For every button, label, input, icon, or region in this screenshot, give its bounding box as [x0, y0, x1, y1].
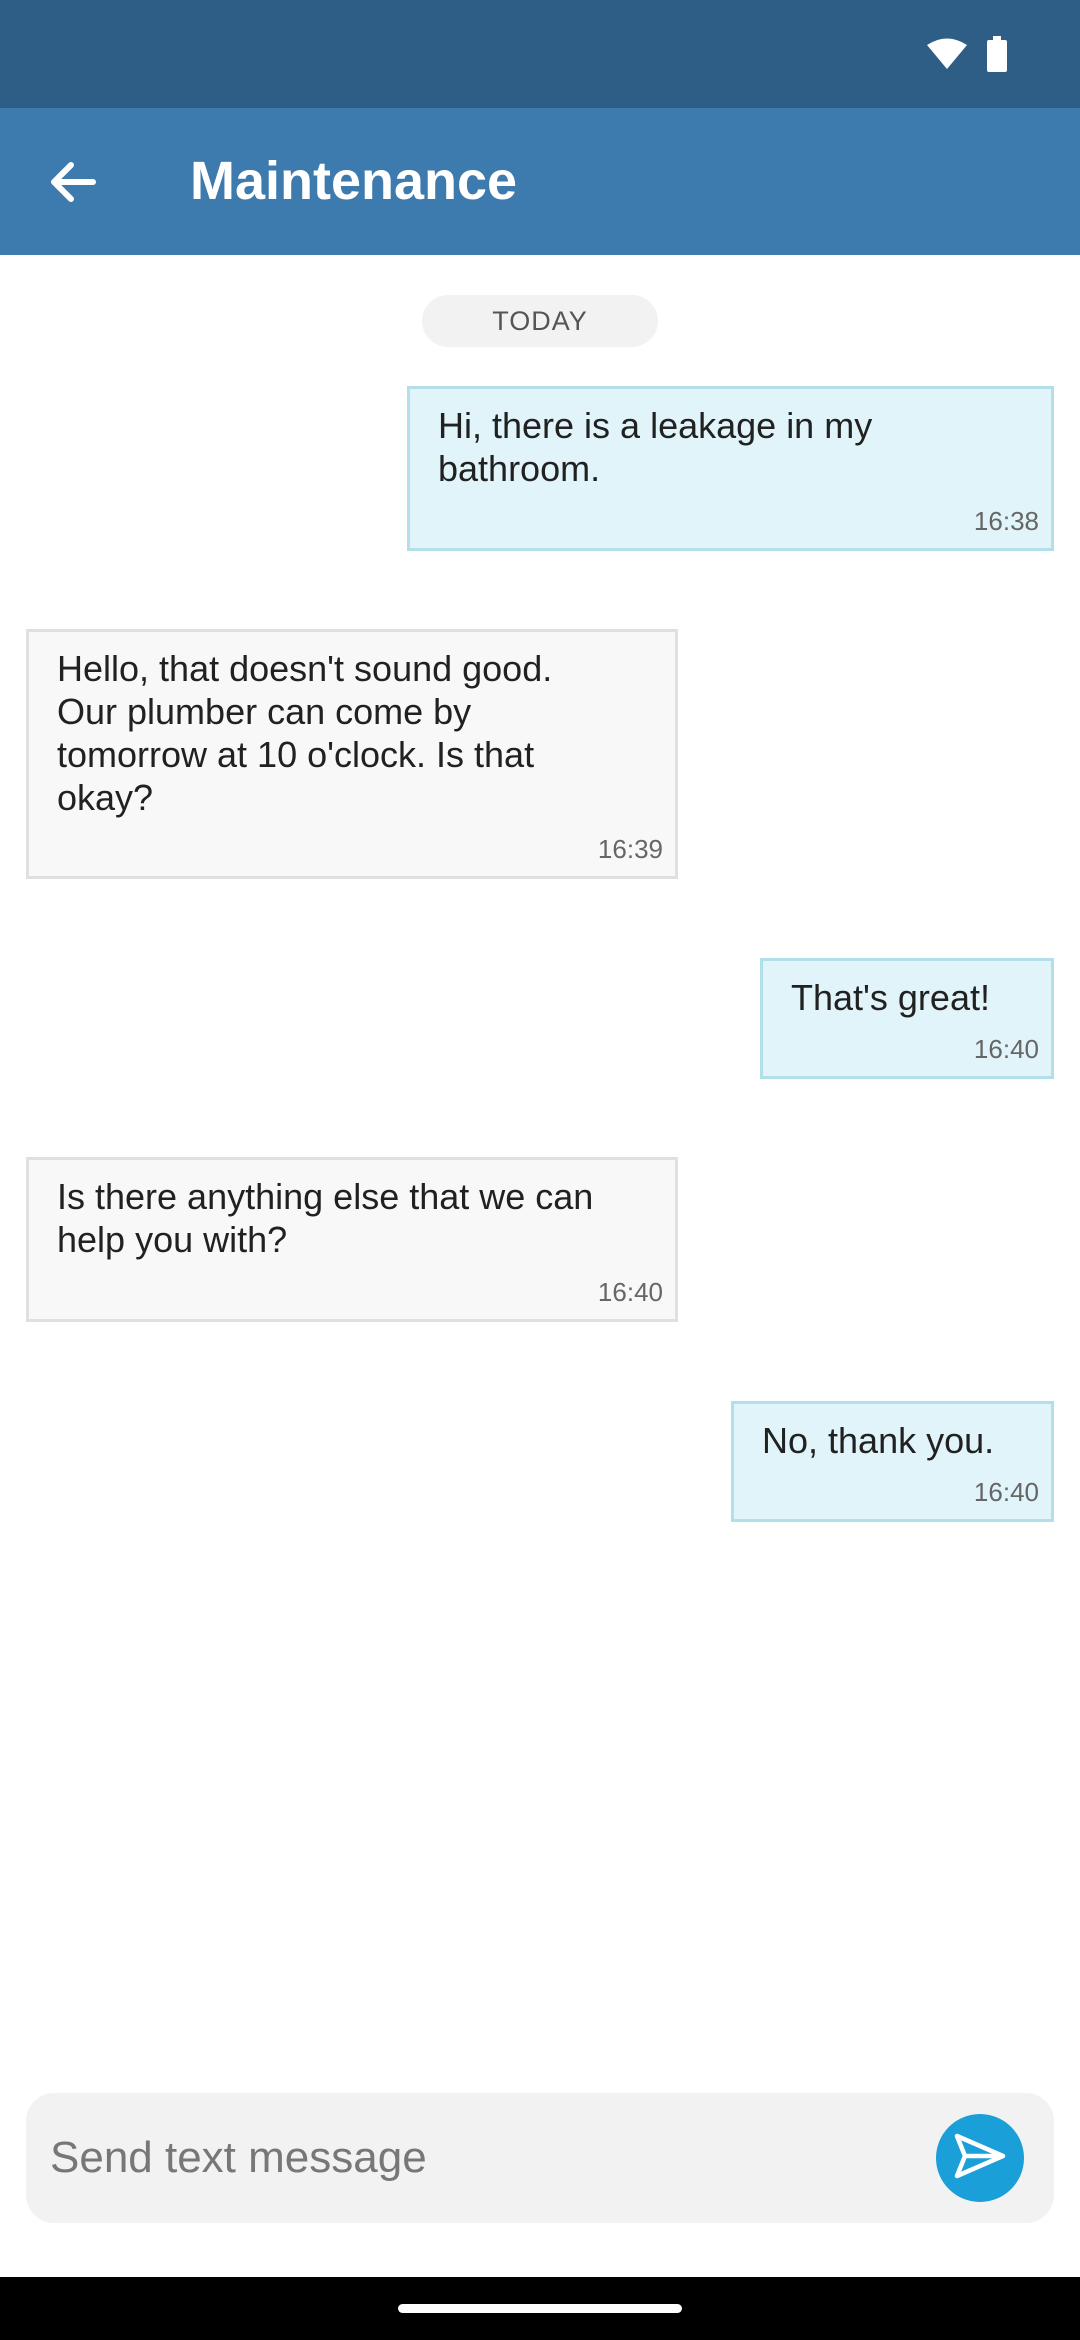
message-time: 16:40 [973, 1034, 1039, 1064]
navigation-bar [0, 2277, 1080, 2340]
message-text: Hello, that doesn't sound good. Our plum… [57, 648, 553, 818]
message-time: 16:40 [597, 1277, 663, 1307]
message-input[interactable] [50, 2119, 910, 2197]
message-bubble-outgoing[interactable]: No, thank you. 16:40 [731, 1401, 1054, 1522]
wifi-icon [926, 38, 968, 75]
message-bubble-outgoing[interactable]: Hi, there is a leakage in my bathroom. 1… [407, 386, 1054, 551]
arrow-left-icon [49, 160, 97, 209]
app-bar: Maintenance [0, 108, 1080, 255]
message-time: 16:39 [597, 834, 663, 864]
message-text: That's great! [791, 977, 990, 1018]
page-title: Maintenance [190, 151, 518, 211]
date-chip: TODAY [422, 295, 658, 347]
message-composer [26, 2093, 1054, 2223]
back-button[interactable] [30, 141, 116, 227]
message-text: Hi, there is a leakage in my bathroom. [438, 405, 873, 489]
status-icons [926, 36, 1008, 77]
message-text: Is there anything else that we can help … [57, 1176, 594, 1260]
status-bar [0, 0, 1080, 108]
message-text: No, thank you. [762, 1420, 995, 1461]
battery-icon [986, 36, 1008, 77]
send-button[interactable] [936, 2114, 1024, 2202]
send-icon [953, 2132, 1007, 2185]
message-time: 16:38 [973, 506, 1039, 536]
message-bubble-incoming[interactable]: Hello, that doesn't sound good. Our plum… [26, 629, 678, 879]
home-indicator[interactable] [398, 2304, 682, 2313]
message-time: 16:40 [973, 1477, 1039, 1507]
message-bubble-outgoing[interactable]: That's great! 16:40 [760, 958, 1054, 1079]
message-bubble-incoming[interactable]: Is there anything else that we can help … [26, 1157, 678, 1322]
